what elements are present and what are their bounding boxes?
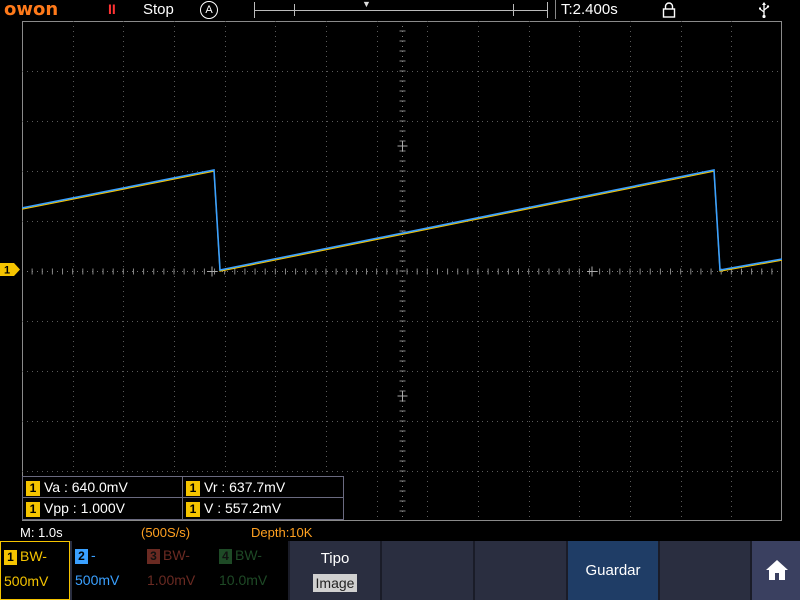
memory-timeline[interactable]: ▼	[254, 0, 548, 18]
measurement-panel: 1 Va : 640.0mV 1 Vr : 637.7mV 1 Vpp : 1.000…	[22, 476, 344, 520]
svg-text:1: 1	[4, 265, 10, 277]
acquisition-status: M: 1.0s (500S/s) Depth:10K	[0, 524, 800, 541]
top-status-bar: owon II Stop A ▼ T:2.400s	[0, 0, 800, 20]
brand-logo: owon	[4, 0, 59, 20]
channel-3-button[interactable]: 3 BW- 1.00mV	[144, 541, 216, 600]
pause-icon[interactable]: II	[108, 1, 116, 17]
run-state-text[interactable]: Stop	[143, 1, 174, 18]
trigger-position-marker-icon: ▼	[362, 0, 371, 9]
save-type-label: Tipo	[320, 550, 350, 567]
home-icon	[766, 560, 788, 580]
save-type-menu[interactable]: Tipo Image	[288, 541, 380, 600]
timebase: M: 1.0s	[20, 525, 63, 540]
measurement-vr: 1 Vr : 637.7mV	[186, 477, 285, 497]
menu-slot-3[interactable]	[473, 541, 566, 600]
menu-slot-5[interactable]	[658, 541, 750, 600]
ch1-waveform	[22, 169, 782, 272]
lock-icon	[662, 2, 676, 18]
menu-slot-2[interactable]	[380, 541, 473, 600]
home-button[interactable]	[750, 541, 800, 600]
measurement-va: 1 Va : 640.0mV	[26, 477, 128, 497]
usb-icon	[759, 2, 770, 18]
timeline-window	[294, 4, 514, 16]
memory-depth: Depth:10K	[251, 525, 313, 540]
channel-1-button[interactable]: 1 BW- 500mV	[0, 541, 70, 600]
bottom-menu: 1 BW- 500mV 2- 500mV 3 BW- 1.00mV 4 BW- 10.…	[0, 541, 800, 600]
measurement-v: 1V : 557.2mV	[186, 498, 281, 518]
measurement-vpp: 1 Vpp : 1.000V	[26, 498, 125, 518]
waveform-display[interactable]	[22, 21, 782, 521]
sample-rate: (500S/s)	[141, 525, 191, 540]
channel-4-button[interactable]: 4 BW- 10.0mV	[216, 541, 288, 600]
save-type-value: Image	[313, 574, 357, 592]
channel-2-button[interactable]: 2- 500mV	[72, 541, 144, 600]
trigger-time: T:2.400s	[555, 0, 631, 19]
ch1-ground-marker[interactable]: 1	[0, 263, 20, 276]
save-button[interactable]: Guardar	[566, 541, 658, 600]
trigger-mode-auto-icon: A	[200, 1, 218, 19]
